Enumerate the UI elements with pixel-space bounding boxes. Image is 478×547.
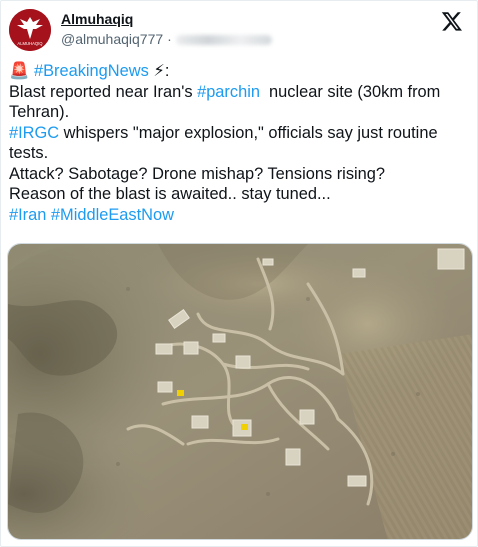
author-names: Almuhaqiq @almuhaqiq777 ·	[61, 11, 272, 48]
tweet-line-3: #IRGC whispers "major explosion," offici…	[9, 123, 471, 164]
satellite-image	[8, 244, 472, 539]
avatar[interactable]: ALMUHAQIQ	[9, 9, 51, 51]
tweet-line-6: #Iran #MiddleEastNow	[9, 205, 471, 226]
separator-dot: ·	[167, 31, 172, 47]
tweet-header: ALMUHAQIQ Almuhaqiq @almuhaqiq777 ·	[9, 8, 469, 52]
hashtag-irgc[interactable]: #IRGC	[9, 124, 59, 142]
author-handle[interactable]: @almuhaqiq777	[61, 31, 163, 47]
tweet-line-5: Reason of the blast is awaited.. stay tu…	[9, 185, 331, 203]
hashtag-iran[interactable]: #Iran	[9, 206, 46, 224]
tweet-line-4: Attack? Sabotage? Drone mishap? Tensions…	[9, 164, 385, 183]
handle-row: @almuhaqiq777 ·	[61, 30, 272, 48]
tweet-line-1: 🚨 #BreakingNews ⚡:	[9, 61, 471, 82]
lightning-emoji: ⚡	[153, 62, 165, 80]
tweet-card: ALMUHAQIQ Almuhaqiq @almuhaqiq777 · 🚨 #B…	[0, 0, 478, 547]
tweet-line-2: Blast reported near Iran's #parchin nucl…	[9, 82, 471, 123]
line2-text-pre: Blast reported near Iran's	[9, 82, 198, 101]
blurred-timestamp	[175, 35, 272, 46]
line3-text: whispers "major explosion," officials sa…	[9, 123, 438, 163]
tweet-media-image[interactable]	[7, 243, 473, 540]
hashtag-breakingnews[interactable]: #BreakingNews	[34, 62, 149, 80]
avatar-wordmark: ALMUHAQIQ	[17, 41, 43, 46]
hashtag-middleeastnow[interactable]: #MiddleEastNow	[51, 206, 174, 224]
eagle-logo-icon: ALMUHAQIQ	[9, 9, 51, 51]
x-logo-icon[interactable]	[441, 10, 463, 32]
siren-emoji: 🚨	[9, 62, 30, 80]
tweet-text: 🚨 #BreakingNews ⚡: Blast reported near I…	[9, 61, 471, 225]
author-display-name[interactable]: Almuhaqiq	[61, 11, 272, 28]
colon-text: :	[164, 62, 170, 80]
hashtag-parchin[interactable]: #parchin	[197, 83, 260, 101]
